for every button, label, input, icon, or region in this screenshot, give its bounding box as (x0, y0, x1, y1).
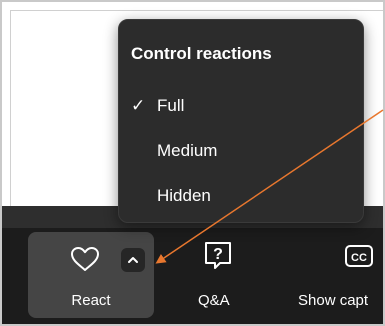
react-button[interactable]: React (28, 232, 154, 318)
meeting-toolbar: React ? Q&A CC Show capt (2, 228, 383, 324)
closed-captions-icon: CC (345, 245, 373, 267)
svg-text:?: ? (213, 246, 223, 263)
heart-icon (71, 247, 99, 271)
svg-text:CC: CC (351, 252, 367, 264)
menu-item-label: Hidden (157, 186, 211, 205)
menu-item-hidden[interactable]: Hidden (119, 182, 363, 212)
screenshot-frame: React ? Q&A CC Show capt Control reactio… (0, 0, 385, 326)
menu-item-full[interactable]: ✓ Full (119, 92, 363, 122)
qa-button-label: Q&A (198, 292, 230, 309)
reactions-options-button[interactable] (121, 248, 145, 272)
menu-item-label: Medium (157, 141, 218, 160)
qa-icon: ? (205, 242, 231, 269)
menu-item-label: Full (157, 96, 185, 115)
menu-title: Control reactions (131, 44, 272, 63)
react-button-label: React (71, 292, 111, 309)
show-captions-label: Show capt (298, 292, 369, 309)
chevron-up-icon (128, 257, 138, 263)
menu-item-medium[interactable]: Medium (119, 137, 363, 167)
control-reactions-menu: Control reactions ✓ Full Medium Hidden (118, 19, 364, 223)
checkmark-icon: ✓ (131, 96, 146, 115)
